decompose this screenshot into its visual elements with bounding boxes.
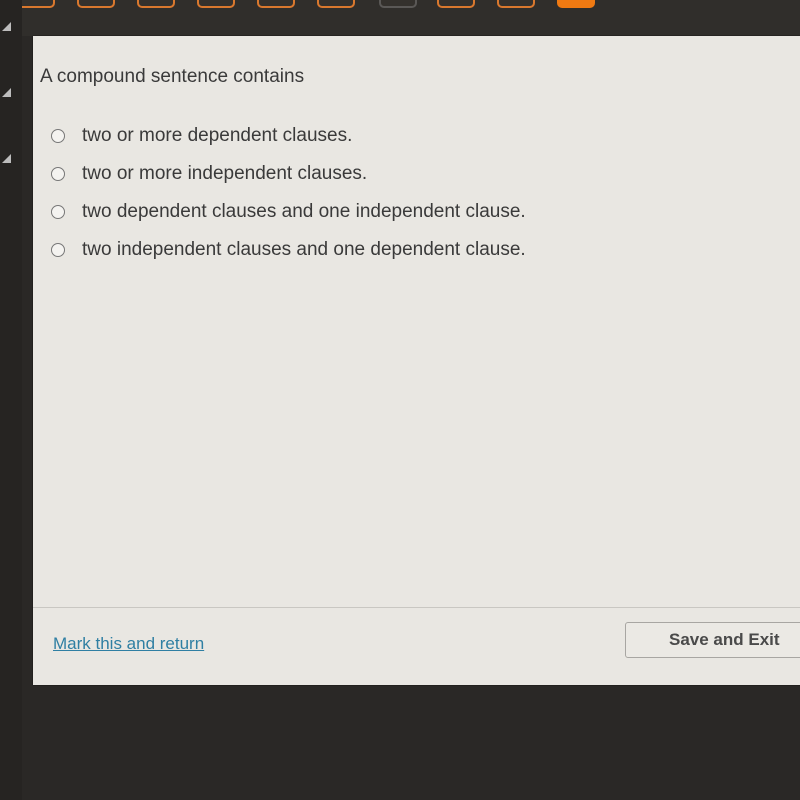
answer-option-label: two dependent clauses and one independen… [82,201,526,222]
footer-divider [33,607,800,608]
question-nav-item-current[interactable] [557,0,595,8]
question-nav-item-3[interactable] [137,0,175,8]
question-card: A compound sentence contains two or more… [33,36,800,685]
question-nav-item-1[interactable] [17,0,55,8]
left-rail [0,0,22,800]
save-and-exit-button[interactable]: Save and Exit [625,622,800,658]
mark-and-return-link[interactable]: Mark this and return [53,634,204,654]
answer-option-4[interactable]: two independent clauses and one dependen… [51,231,526,269]
expand-triangle-icon[interactable] [2,88,11,97]
answer-option-label: two independent clauses and one dependen… [82,239,526,260]
answer-options: two or more dependent clauses. two or mo… [51,117,526,269]
answer-option-2[interactable]: two or more independent clauses. [51,155,526,193]
expand-triangle-icon[interactable] [2,154,11,163]
radio-button-icon[interactable] [51,129,65,143]
answer-option-label: two or more dependent clauses. [82,125,353,146]
question-nav-item-2[interactable] [77,0,115,8]
question-navigation-bar [0,0,800,36]
question-nav-item-4[interactable] [197,0,235,8]
answer-option-label: two or more independent clauses. [82,163,368,184]
question-nav-item-9[interactable] [497,0,535,8]
radio-button-icon[interactable] [51,167,65,181]
question-nav-item-7[interactable] [379,0,417,8]
radio-button-icon[interactable] [51,243,65,257]
expand-triangle-icon[interactable] [2,22,11,31]
question-nav-item-8[interactable] [437,0,475,8]
answer-option-3[interactable]: two dependent clauses and one independen… [51,193,526,231]
answer-option-1[interactable]: two or more dependent clauses. [51,117,526,155]
radio-button-icon[interactable] [51,205,65,219]
question-prompt: A compound sentence contains [40,66,305,87]
question-nav-item-5[interactable] [257,0,295,8]
question-nav-item-6[interactable] [317,0,355,8]
